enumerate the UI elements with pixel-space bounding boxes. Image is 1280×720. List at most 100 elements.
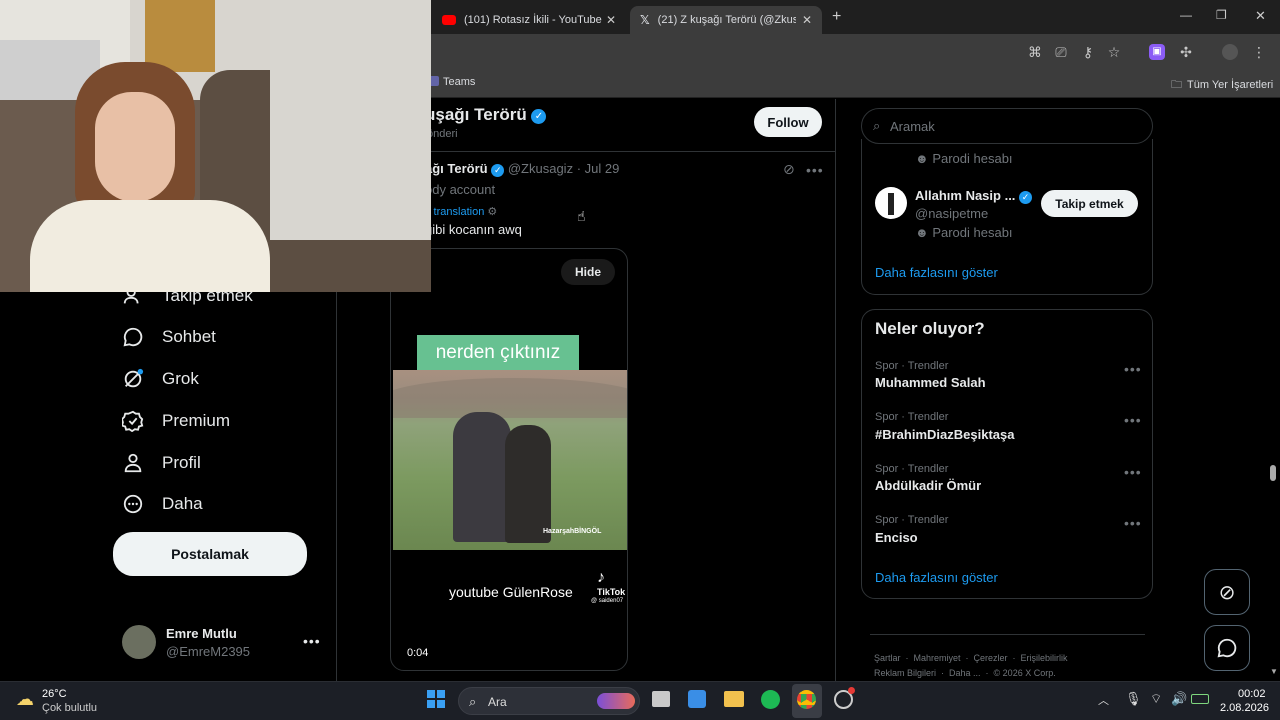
- show-more-link[interactable]: Daha fazlasını göster: [875, 570, 998, 585]
- restore-icon[interactable]: ❐: [1216, 8, 1227, 22]
- nav-profile[interactable]: Profil: [122, 452, 201, 474]
- scrollbar-thumb[interactable]: [1270, 465, 1276, 481]
- trend-category: Spor · Trendler: [875, 360, 949, 372]
- nav-label: Premium: [162, 411, 231, 430]
- spotify-icon[interactable]: [761, 690, 780, 709]
- tweet-date[interactable]: · Jul 29: [577, 161, 620, 176]
- trend-category: Spor · Trendler: [875, 463, 949, 475]
- file-explorer-icon[interactable]: [724, 691, 744, 707]
- window-close-icon[interactable]: ✕: [1255, 8, 1266, 24]
- video-caption-bottom: youtube GülenRose: [449, 584, 573, 600]
- start-square: [427, 690, 435, 698]
- footer-link-more[interactable]: Daha ...: [949, 668, 981, 678]
- footer-link-cookies[interactable]: Çerezler: [974, 653, 1008, 663]
- footer-link-terms[interactable]: Şartlar: [874, 653, 901, 663]
- new-tab-icon[interactable]: +: [832, 8, 841, 26]
- store-icon[interactable]: [688, 690, 706, 708]
- minimize-icon[interactable]: —: [1180, 8, 1192, 22]
- tab-youtube[interactable]: (101) Rotasız İkili - YouTube ✕: [432, 6, 626, 34]
- menu-dots-icon[interactable]: ⋮: [1251, 44, 1267, 60]
- taskbar-search-label: Ara: [488, 695, 507, 709]
- mountain-shape: [393, 378, 627, 418]
- taskbar-search[interactable]: ⌕ Ara: [458, 687, 640, 715]
- video-watermark: HazarşahBİNGÖL: [543, 528, 602, 535]
- suggest-user-name[interactable]: Allahım Nasip ... ✓: [915, 188, 1033, 204]
- youtube-icon: [442, 15, 456, 25]
- task-view-icon[interactable]: [652, 691, 670, 707]
- trend-menu-icon[interactable]: •••: [1124, 515, 1142, 531]
- volume-icon[interactable]: 🔊: [1171, 691, 1187, 707]
- nav-grok[interactable]: Grok: [122, 368, 199, 390]
- clock-time[interactable]: 00:02: [1238, 688, 1266, 700]
- video-player[interactable]: Hide nerden çıktınız HazarşahBİNGÖL yout…: [390, 248, 628, 671]
- grok-float-button[interactable]: ⊘: [1204, 569, 1250, 615]
- tweet-author[interactable]: ağı Terörü: [425, 161, 488, 176]
- clock-date[interactable]: 2.08.2026: [1220, 702, 1269, 714]
- trend-item[interactable]: Enciso: [875, 530, 918, 545]
- trends-card: [861, 309, 1153, 599]
- weather-cloud-icon: ☁: [16, 689, 34, 709]
- grok-explain-icon[interactable]: ⊘: [783, 161, 795, 178]
- tweet-menu-icon[interactable]: •••: [806, 162, 824, 178]
- search-icon: ⌕: [469, 694, 477, 709]
- nav-premium[interactable]: Premium: [122, 410, 230, 432]
- footer-link-ads[interactable]: Reklam Bilgileri: [874, 668, 936, 678]
- battery-icon[interactable]: [1191, 694, 1209, 704]
- avatar[interactable]: [122, 625, 156, 659]
- trends-title: Neler oluyor?: [875, 319, 985, 338]
- password-key-icon[interactable]: ⚷: [1080, 44, 1096, 60]
- extensions-puzzle-icon[interactable]: ✣: [1178, 44, 1194, 60]
- bookmark-star-icon[interactable]: ☆: [1106, 44, 1122, 60]
- close-icon[interactable]: ✕: [802, 13, 812, 27]
- trend-item[interactable]: Muhammed Salah: [875, 375, 986, 390]
- messages-float-button[interactable]: [1204, 625, 1250, 671]
- weather-desc[interactable]: Çok bulutlu: [42, 702, 97, 714]
- tab-title: (101) Rotasız İkili - YouTube: [464, 14, 602, 26]
- trend-item[interactable]: Abdülkadir Ömür: [875, 478, 981, 493]
- parody-label: ☻ Parodi hesabı: [915, 225, 1013, 240]
- parody-text: Parodi hesabı: [932, 151, 1013, 166]
- divider: [835, 99, 836, 681]
- scroll-down-icon[interactable]: ▼: [1270, 667, 1278, 676]
- close-icon[interactable]: ✕: [606, 13, 616, 27]
- extension-twitch-icon[interactable]: ▣: [1149, 44, 1165, 60]
- wifi-icon[interactable]: ⌔: [1150, 691, 1162, 707]
- suggest-user-handle: @nasipetme: [915, 206, 989, 221]
- footer-links: Şartlar · Mahremiyet · Çerezler · Erişil…: [874, 653, 1068, 678]
- show-translation-link[interactable]: v translation ⚙: [425, 205, 497, 218]
- trend-item[interactable]: #BrahimDiazBeşiktaşa: [875, 427, 1014, 442]
- bookmark-teams[interactable]: Teams: [429, 76, 475, 88]
- more-icon: [123, 494, 143, 514]
- footer-copyright: © 2026 X Corp.: [993, 668, 1056, 678]
- post-button[interactable]: Postalamak: [113, 532, 307, 576]
- follow-button[interactable]: Follow: [754, 107, 822, 137]
- nav-chat[interactable]: Sohbet: [122, 326, 216, 348]
- profile-icon: [124, 453, 142, 473]
- show-more-link[interactable]: Daha fazlasını göster: [875, 265, 998, 280]
- account-menu-icon[interactable]: •••: [303, 633, 321, 649]
- nav-more[interactable]: Daha: [122, 493, 203, 515]
- translate-icon[interactable]: ⌘: [1027, 44, 1043, 60]
- trend-menu-icon[interactable]: •••: [1124, 361, 1142, 377]
- trend-menu-icon[interactable]: •••: [1124, 464, 1142, 480]
- trend-menu-icon[interactable]: •••: [1124, 412, 1142, 428]
- hide-button[interactable]: Hide: [561, 259, 615, 285]
- install-app-icon[interactable]: ⎚: [1053, 44, 1069, 60]
- chrome-icon[interactable]: [797, 690, 816, 709]
- parody-label: ☻ Parodi hesabı: [915, 151, 1013, 166]
- footer-link-accessibility[interactable]: Erişilebilirlik: [1021, 653, 1068, 663]
- tweet-text: gibi kocanın awq: [425, 222, 522, 237]
- grok-icon: [124, 368, 144, 388]
- nav-label: Daha: [162, 494, 203, 513]
- microphone-icon[interactable]: 🎙: [1125, 691, 1142, 707]
- tab-x[interactable]: 𝕏 (21) Z kuşağı Terörü (@Zkusagiz ✕: [630, 6, 822, 34]
- avatar[interactable]: [875, 187, 907, 219]
- all-bookmarks[interactable]: 🗀 Tüm Yer İşaretleri: [1171, 76, 1273, 95]
- tweet-handle[interactable]: @Zkusagiz: [508, 161, 573, 176]
- chevron-up-icon[interactable]: ︿: [1098, 692, 1109, 708]
- weather-temp[interactable]: 26°C: [42, 688, 67, 700]
- follow-suggest-button[interactable]: Takip etmek: [1041, 190, 1138, 217]
- windows-start-icon[interactable]: [427, 690, 445, 708]
- footer-link-privacy[interactable]: Mahremiyet: [914, 653, 961, 663]
- profile-avatar-icon[interactable]: [1222, 44, 1238, 60]
